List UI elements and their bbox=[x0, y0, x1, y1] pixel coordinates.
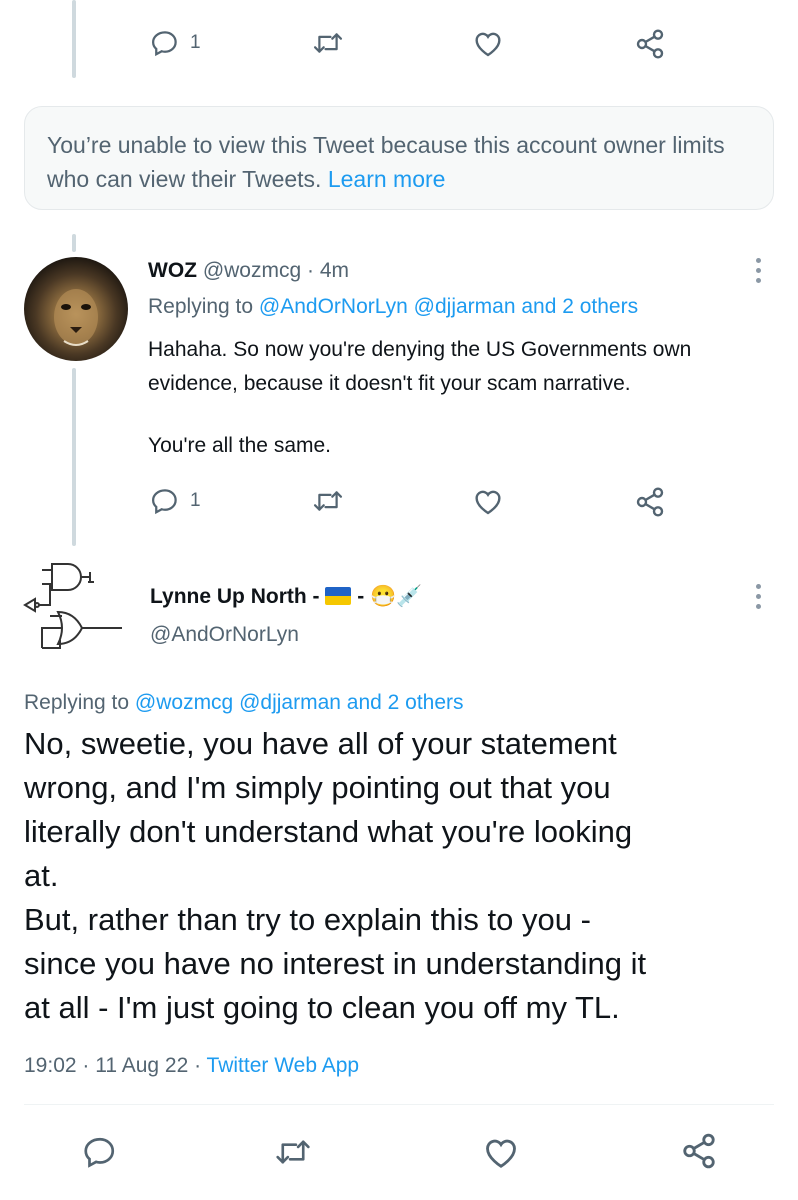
reply-count: 1 bbox=[190, 32, 201, 53]
dot bbox=[756, 258, 761, 263]
share-button[interactable] bbox=[634, 486, 666, 518]
replying-prefix: Replying to bbox=[148, 295, 254, 318]
reply-count: 1 bbox=[190, 490, 201, 511]
thread-line-top bbox=[72, 0, 76, 78]
retweet-icon bbox=[313, 491, 343, 511]
heart-icon bbox=[475, 490, 501, 515]
handle[interactable]: @wozmcg bbox=[203, 259, 301, 282]
dot bbox=[756, 594, 761, 599]
logic-gate-avatar-icon bbox=[23, 563, 122, 649]
replying-users-link[interactable]: @AndOrNorLyn @djjarman and 2 others bbox=[259, 295, 638, 318]
timestamp[interactable]: 4m bbox=[320, 259, 349, 282]
text-line: Hahaha. So now you're denying the US Gov… bbox=[148, 338, 692, 361]
replying-prefix: Replying to bbox=[24, 691, 130, 714]
mask-emoji-icon: 😷 bbox=[370, 585, 397, 608]
replying-users-link[interactable]: @wozmcg @djjarman and 2 others bbox=[135, 691, 464, 714]
handle[interactable]: @AndOrNorLyn bbox=[150, 620, 299, 650]
text-line: literally don't understand what you're l… bbox=[24, 814, 633, 849]
tweet-source-link[interactable]: Twitter Web App bbox=[207, 1054, 360, 1077]
reply-icon bbox=[151, 489, 177, 515]
dot bbox=[756, 604, 761, 609]
reply-button[interactable] bbox=[82, 1134, 118, 1170]
thread-line-reply-below bbox=[72, 368, 76, 546]
avatar[interactable] bbox=[22, 556, 126, 660]
retweet-icon bbox=[313, 33, 343, 53]
reply-button[interactable]: 1 bbox=[150, 28, 201, 58]
display-name[interactable]: Lynne Up North - bbox=[150, 585, 320, 608]
like-button[interactable] bbox=[482, 1134, 520, 1170]
share-button[interactable] bbox=[680, 1132, 718, 1170]
dot bbox=[756, 278, 761, 283]
share-icon bbox=[636, 487, 664, 517]
like-button[interactable] bbox=[472, 486, 504, 516]
syringe-emoji-icon: 💉 bbox=[396, 585, 423, 608]
dot-separator: · bbox=[307, 259, 315, 282]
reply-icon bbox=[84, 1137, 115, 1168]
share-button[interactable] bbox=[634, 28, 666, 60]
learn-more-link[interactable]: Learn more bbox=[328, 166, 446, 192]
display-name[interactable]: WOZ bbox=[148, 259, 197, 282]
lion-avatar-icon bbox=[54, 289, 98, 346]
heart-icon bbox=[486, 1139, 516, 1168]
text-line: No, sweetie, you have all of your statem… bbox=[24, 726, 617, 761]
reply-tweet-text: Hahaha. So now you're denying the US Gov… bbox=[148, 333, 778, 463]
text-line: at. bbox=[24, 858, 59, 893]
replying-to: Replying to @wozmcg @djjarman and 2 othe… bbox=[24, 688, 464, 718]
text-line: You're all the same. bbox=[148, 434, 332, 457]
avatar[interactable] bbox=[24, 257, 128, 361]
text-line: evidence, because it doesn't fit your sc… bbox=[148, 372, 631, 395]
divider bbox=[24, 1104, 774, 1105]
name-dash: - bbox=[357, 585, 365, 608]
reply-icon bbox=[151, 31, 177, 57]
like-button[interactable] bbox=[472, 28, 504, 58]
tweet-timestamp[interactable]: 19:02 · 11 Aug 22 · bbox=[24, 1054, 201, 1077]
text-line: at all - I'm just going to clean you off… bbox=[24, 990, 620, 1025]
retweet-button[interactable] bbox=[312, 28, 344, 58]
thread-line-reply-above bbox=[72, 234, 76, 252]
retweet-icon bbox=[276, 1140, 310, 1164]
tweet-meta: 19:02 · 11 Aug 22 · Twitter Web App bbox=[24, 1051, 359, 1081]
share-icon bbox=[636, 29, 664, 59]
share-icon bbox=[683, 1133, 715, 1169]
text-line: since you have no interest in understand… bbox=[24, 946, 647, 981]
dot bbox=[756, 268, 761, 273]
reply-button[interactable]: 1 bbox=[150, 486, 201, 516]
restricted-tweet-notice: You’re unable to view this Tweet because… bbox=[24, 106, 774, 210]
retweet-button[interactable] bbox=[312, 486, 344, 516]
dot bbox=[756, 584, 761, 589]
heart-icon bbox=[475, 32, 501, 57]
more-options-button[interactable] bbox=[756, 584, 762, 609]
main-tweet-text: No, sweetie, you have all of your statem… bbox=[24, 722, 784, 1030]
reply-tweet-header: WOZ @wozmcg · 4m bbox=[148, 256, 349, 286]
retweet-button[interactable] bbox=[274, 1134, 312, 1170]
replying-to: Replying to @AndOrNorLyn @djjarman and 2… bbox=[148, 292, 638, 322]
ukraine-flag-icon bbox=[325, 587, 352, 605]
text-line: wrong, and I'm simply pointing out that … bbox=[24, 770, 611, 805]
more-options-button[interactable] bbox=[756, 258, 762, 283]
text-line: But, rather than try to explain this to … bbox=[24, 902, 591, 937]
main-tweet-header: Lynne Up North - - 😷💉 bbox=[150, 582, 422, 612]
